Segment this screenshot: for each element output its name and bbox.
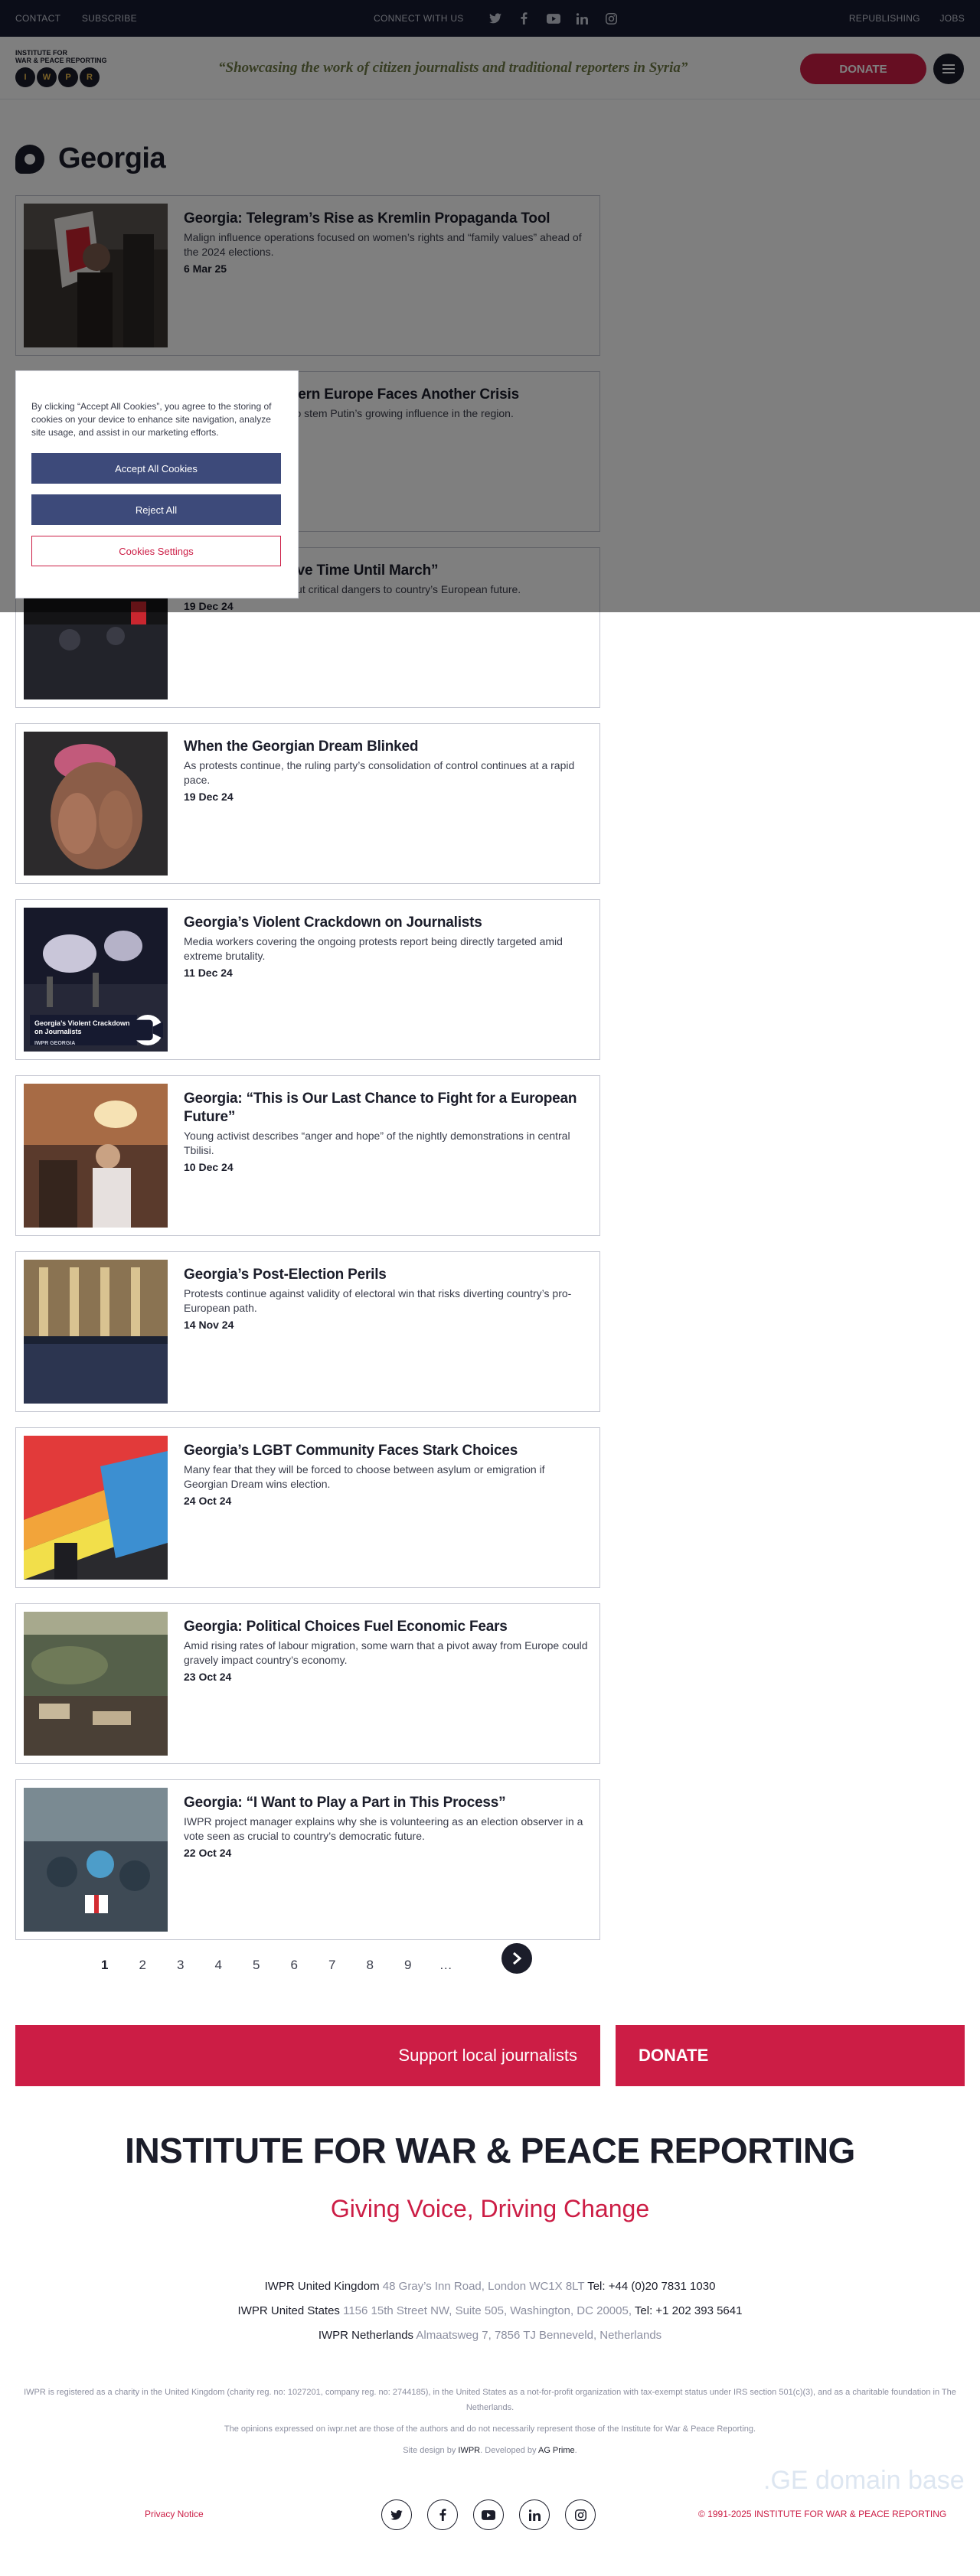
cookie-consent-text: By clicking “Accept All Cookies”, you ag… [31, 401, 272, 438]
privacy-notice-link[interactable]: Privacy Notice [145, 2509, 204, 2519]
credits-suffix: . [574, 2446, 577, 2455]
office-phone: Tel: +1 202 393 5641 [634, 2304, 743, 2317]
reject-all-cookies-button[interactable]: Reject All [31, 494, 281, 525]
support-banner[interactable]: Support local journalists [15, 2025, 600, 2086]
page-link[interactable]: 3 [162, 1958, 200, 1973]
article-summary: Amid rising rates of labour migration, s… [184, 1639, 588, 1666]
article-title[interactable]: Georgia: “I Want to Play a Part in This … [184, 1794, 590, 1812]
article-title[interactable]: When the Georgian Dream Blinked [184, 738, 590, 756]
video-badge: Georgia’s Violent Crackdown on Journalis… [30, 1015, 137, 1046]
footer-social-links [381, 2499, 611, 2530]
footer-donate-button[interactable]: DONATE [616, 2025, 965, 2086]
article-date: 24 Oct 24 [184, 1495, 232, 1507]
office-address[interactable]: 48 Gray’s Inn Road, London WC1X 8LT [383, 2280, 585, 2293]
article-title[interactable]: Georgia: “This is Our Last Chance to Fig… [184, 1090, 590, 1127]
next-page-button[interactable] [501, 1943, 532, 1974]
instagram-icon[interactable] [565, 2499, 596, 2530]
article-card[interactable]: When the Georgian Dream Blinked As prote… [15, 723, 600, 884]
article-date: 14 Nov 24 [184, 1319, 234, 1331]
footer-bottom: Privacy Notice © 1991-2025 INSTITUTE FOR… [0, 2499, 980, 2530]
footer-slogan: Giving Voice, Driving Change [330, 2195, 650, 2222]
page-ellipsis: … [439, 1958, 452, 1972]
copyright-notice: © 1991-2025 INSTITUTE FOR WAR & PEACE RE… [698, 2509, 947, 2519]
page-link[interactable]: 7 [313, 1958, 351, 1973]
article-summary: Media workers covering the ongoing prote… [184, 935, 563, 962]
chevron-right-icon [513, 1952, 521, 1965]
article-date: 23 Oct 24 [184, 1671, 232, 1683]
page-link[interactable]: 5 [237, 1958, 276, 1973]
article-date: 10 Dec 24 [184, 1161, 234, 1173]
office-uk: IWPR United Kingdom 48 Gray’s Inn Road, … [0, 2274, 980, 2299]
article-summary: IWPR project manager explains why she is… [184, 1815, 583, 1842]
office-address[interactable]: Almaatsweg 7, 7856 TJ Benneveld, Netherl… [416, 2329, 662, 2342]
article-title[interactable]: Georgia’s LGBT Community Faces Stark Cho… [184, 1442, 590, 1460]
article-card[interactable]: Georgia: Political Choices Fuel Economic… [15, 1603, 600, 1764]
article-thumbnail[interactable] [24, 1084, 168, 1228]
credits-mid: . Developed by [480, 2446, 538, 2455]
page-link[interactable]: 2 [124, 1958, 162, 1973]
article-card[interactable]: Georgia’s Post-Election Perils Protests … [15, 1251, 600, 1412]
registration-note: IWPR is registered as a charity in the U… [24, 2388, 956, 2412]
credits-developer-link[interactable]: AG Prime [538, 2446, 575, 2455]
article-date: 11 Dec 24 [184, 967, 233, 979]
cookie-settings-button[interactable]: Cookies Settings [31, 536, 281, 566]
office-us: IWPR United States 1156 15th Street NW, … [0, 2299, 980, 2323]
pagination: 1 2 3 4 5 6 7 8 9 … [86, 1943, 532, 1974]
article-thumbnail[interactable] [24, 1260, 168, 1404]
youtube-icon[interactable] [473, 2499, 504, 2530]
page-link[interactable]: 8 [351, 1958, 390, 1973]
article-date: 19 Dec 24 [184, 791, 234, 803]
page-link[interactable]: 6 [276, 1958, 314, 1973]
article-summary: Protests continue against validity of el… [184, 1287, 572, 1314]
footer-org-name: INSTITUTE FOR WAR & PEACE REPORTING [125, 2131, 855, 2170]
facebook-icon[interactable] [427, 2499, 458, 2530]
article-card[interactable]: Georgia’s Violent Crackdown on Journalis… [15, 899, 600, 1060]
office-name: IWPR Netherlands [318, 2329, 414, 2342]
article-thumbnail[interactable] [24, 1436, 168, 1580]
legal-text: IWPR is registered as a charity in the U… [15, 2385, 965, 2458]
domain-watermark: .GE domain base [763, 2466, 965, 2495]
cookie-consent-dialog: By clicking “Accept All Cookies”, you ag… [15, 370, 299, 598]
article-thumbnail[interactable] [24, 1612, 168, 1756]
video-camera-icon[interactable] [132, 1015, 163, 1045]
article-card[interactable]: Georgia: “This is Our Last Chance to Fig… [15, 1075, 600, 1236]
article-title[interactable]: Georgia: Political Choices Fuel Economic… [184, 1618, 590, 1636]
credits-prefix: Site design by [403, 2446, 459, 2455]
article-thumbnail[interactable]: Georgia’s Violent Crackdown on Journalis… [24, 908, 168, 1052]
page-link[interactable]: 4 [200, 1958, 238, 1973]
article-card[interactable]: Georgia: “I Want to Play a Part in This … [15, 1779, 600, 1940]
page-link[interactable]: 1 [86, 1958, 124, 1973]
credits-iwpr-link[interactable]: IWPR [458, 2446, 480, 2455]
article-title[interactable]: Georgia’s Post-Election Perils [184, 1266, 590, 1284]
linkedin-icon[interactable] [519, 2499, 550, 2530]
video-badge-title: Georgia’s Violent Crackdown on Journalis… [34, 1019, 130, 1035]
article-summary: Many fear that they will be forced to ch… [184, 1463, 545, 1490]
video-badge-sub: IWPR GEORGIA [34, 1041, 76, 1046]
office-nl: IWPR Netherlands Almaatsweg 7, 7856 TJ B… [0, 2323, 980, 2348]
article-summary: As protests continue, the ruling party’s… [184, 759, 575, 786]
article-thumbnail[interactable] [24, 732, 168, 876]
site-credits: Site design by IWPR. Developed by AG Pri… [15, 2443, 965, 2458]
article-date: 22 Oct 24 [184, 1847, 232, 1859]
opinions-note: The opinions expressed on iwpr.net are t… [224, 2424, 756, 2434]
article-thumbnail[interactable] [24, 1788, 168, 1932]
article-card[interactable]: Georgia’s LGBT Community Faces Stark Cho… [15, 1427, 600, 1588]
office-name: IWPR United Kingdom [264, 2280, 380, 2293]
accept-all-cookies-button[interactable]: Accept All Cookies [31, 453, 281, 484]
article-summary: Young activist describes “anger and hope… [184, 1130, 570, 1156]
article-title[interactable]: Georgia’s Violent Crackdown on Journalis… [184, 914, 590, 932]
office-address[interactable]: 1156 15th Street NW, Suite 505, Washingt… [343, 2304, 632, 2317]
office-name: IWPR United States [237, 2304, 340, 2317]
office-list: IWPR United Kingdom 48 Gray’s Inn Road, … [0, 2274, 980, 2348]
twitter-icon[interactable] [381, 2499, 412, 2530]
office-phone: Tel: +44 (0)20 7831 1030 [587, 2280, 716, 2293]
page-link[interactable]: 9 [389, 1958, 427, 1973]
